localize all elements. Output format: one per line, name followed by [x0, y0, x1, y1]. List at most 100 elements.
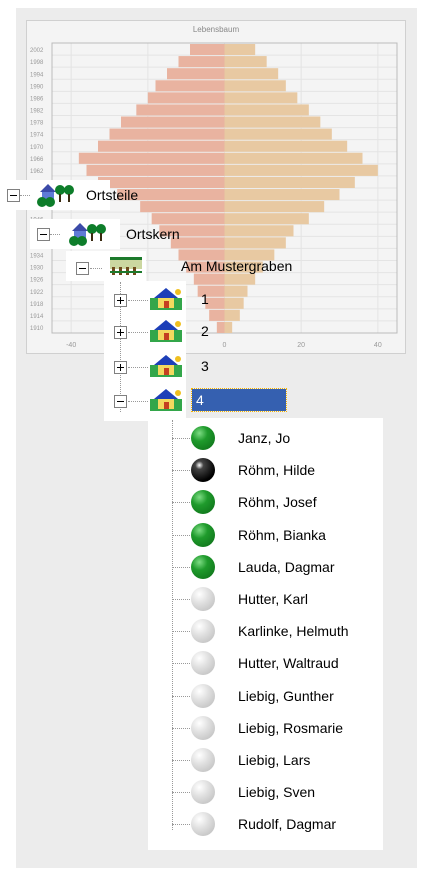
bar-right — [224, 140, 348, 152]
person-row[interactable]: Liebig, Rosmarie — [172, 713, 382, 743]
tree-connector — [90, 268, 102, 269]
person-row[interactable]: Janz, Jo — [172, 423, 382, 453]
tree-node-house-2[interactable]: 2 — [104, 316, 214, 346]
bar-right — [224, 44, 256, 56]
bar-right — [224, 176, 355, 188]
tree-connector — [50, 234, 60, 235]
bar-right — [224, 80, 286, 92]
tree-node-street[interactable]: Am Mustergraben — [66, 251, 292, 281]
person-row[interactable]: Liebig, Gunther — [172, 681, 382, 711]
bar-left — [193, 273, 225, 285]
tree-node-label: 3 — [201, 358, 209, 374]
person-row[interactable]: Röhm, Bianka — [172, 520, 382, 550]
bar-right — [224, 297, 244, 309]
person-status-grey-icon — [191, 812, 215, 837]
collapse-toggle[interactable] — [37, 228, 50, 241]
person-row[interactable]: Lauda, Dagmar — [172, 552, 382, 582]
y-tick-label: 1994 — [30, 72, 44, 78]
collapse-toggle[interactable] — [7, 189, 20, 202]
bar-right — [224, 273, 256, 285]
person-name: Lauda, Dagmar — [238, 558, 335, 575]
y-tick-label: 1910 — [30, 326, 44, 332]
x-tick-label: 40 — [374, 342, 382, 349]
tree-connector — [172, 727, 190, 729]
bar-right — [224, 68, 279, 80]
bar-right — [224, 237, 286, 249]
tree-node-label: 1 — [201, 291, 209, 307]
y-tick-label: 1990 — [30, 84, 44, 90]
person-row[interactable]: Karlinke, Helmuth — [172, 616, 382, 646]
street-icon — [110, 257, 142, 275]
tree-node-label-selected: 4 — [191, 388, 287, 412]
y-tick-label: 1986 — [30, 96, 44, 102]
tree-node-label: 2 — [201, 323, 209, 339]
collapse-toggle[interactable] — [76, 262, 89, 275]
bar-left — [178, 56, 225, 68]
house-icon — [150, 355, 182, 377]
person-name: Röhm, Hilde — [238, 462, 316, 479]
tree-node-house-3[interactable]: 3 — [104, 351, 214, 381]
bar-right — [224, 213, 309, 225]
x-tick-label: -40 — [66, 342, 76, 349]
y-tick-label: 1922 — [30, 290, 44, 296]
person-row[interactable]: Hutter, Waltraud — [172, 648, 382, 678]
person-row[interactable]: Liebig, Sven — [172, 777, 382, 807]
person-name: Liebig, Rosmarie — [238, 719, 344, 736]
person-status-green-icon — [191, 426, 215, 450]
y-tick-label: 1930 — [30, 266, 44, 272]
tree-connector — [128, 367, 148, 368]
expand-toggle[interactable] — [114, 294, 127, 307]
tree-node-label: Am Mustergraben — [181, 258, 293, 274]
person-status-grey-icon — [191, 780, 215, 805]
person-row[interactable]: Rudolf, Dagmar — [172, 809, 382, 839]
person-status-grey-icon — [191, 715, 215, 740]
y-tick-label: 2002 — [30, 48, 44, 54]
collapse-toggle[interactable] — [114, 395, 127, 408]
tree-node-label: Ortsteile — [86, 187, 139, 203]
bar-left — [136, 104, 225, 116]
person-name: Röhm, Josef — [238, 494, 317, 511]
person-status-green-icon — [191, 554, 215, 579]
person-status-green-icon — [191, 490, 215, 515]
bar-right — [224, 321, 233, 333]
tree-connector — [172, 438, 190, 439]
y-tick-label: 1926 — [30, 278, 44, 284]
tree-node-ortsteile[interactable]: Ortsteile — [0, 180, 138, 210]
tree-node-house-4[interactable]: 4 — [104, 385, 294, 415]
person-status-black-icon — [191, 458, 215, 483]
house-icon — [150, 320, 182, 342]
bar-left — [147, 92, 225, 104]
tree-connector — [128, 300, 148, 301]
x-tick-label: 20 — [297, 342, 305, 349]
bar-right — [224, 309, 240, 321]
bar-left — [109, 128, 225, 140]
stage: Lebensbaum 1910 1914 1918 1922 1926 1930 1934 1… — [0, 0, 423, 875]
bar-right — [224, 116, 321, 128]
tree-node-house-1[interactable]: 1 — [104, 284, 214, 314]
bar-right — [224, 189, 340, 201]
person-row[interactable]: Röhm, Hilde — [172, 455, 382, 485]
y-tick-label: 1974 — [30, 133, 44, 139]
tree-node-ortskern[interactable]: Ortskern — [30, 219, 180, 249]
tree-connector — [172, 824, 190, 826]
y-tick-label: 1978 — [30, 121, 44, 127]
tree-connector — [172, 663, 190, 665]
person-row[interactable]: Röhm, Josef — [172, 487, 382, 517]
bar-right — [224, 285, 248, 297]
person-row[interactable]: Liebig, Lars — [172, 745, 382, 775]
bar-right — [224, 104, 309, 116]
tree-node-label: Ortskern — [126, 226, 180, 242]
y-tick-label: 1962 — [30, 169, 44, 175]
bar-right — [224, 164, 378, 176]
bar-right — [224, 56, 267, 68]
expand-toggle[interactable] — [114, 326, 127, 339]
bar-right — [224, 128, 332, 140]
bar-left — [216, 321, 225, 333]
person-status-grey-icon — [191, 748, 215, 772]
expand-toggle[interactable] — [114, 361, 127, 374]
bar-left — [190, 44, 225, 56]
tree-connector — [172, 760, 190, 761]
tree-connector — [172, 792, 190, 794]
person-status-grey-icon — [191, 683, 215, 708]
person-row[interactable]: Hutter, Karl — [172, 584, 382, 614]
